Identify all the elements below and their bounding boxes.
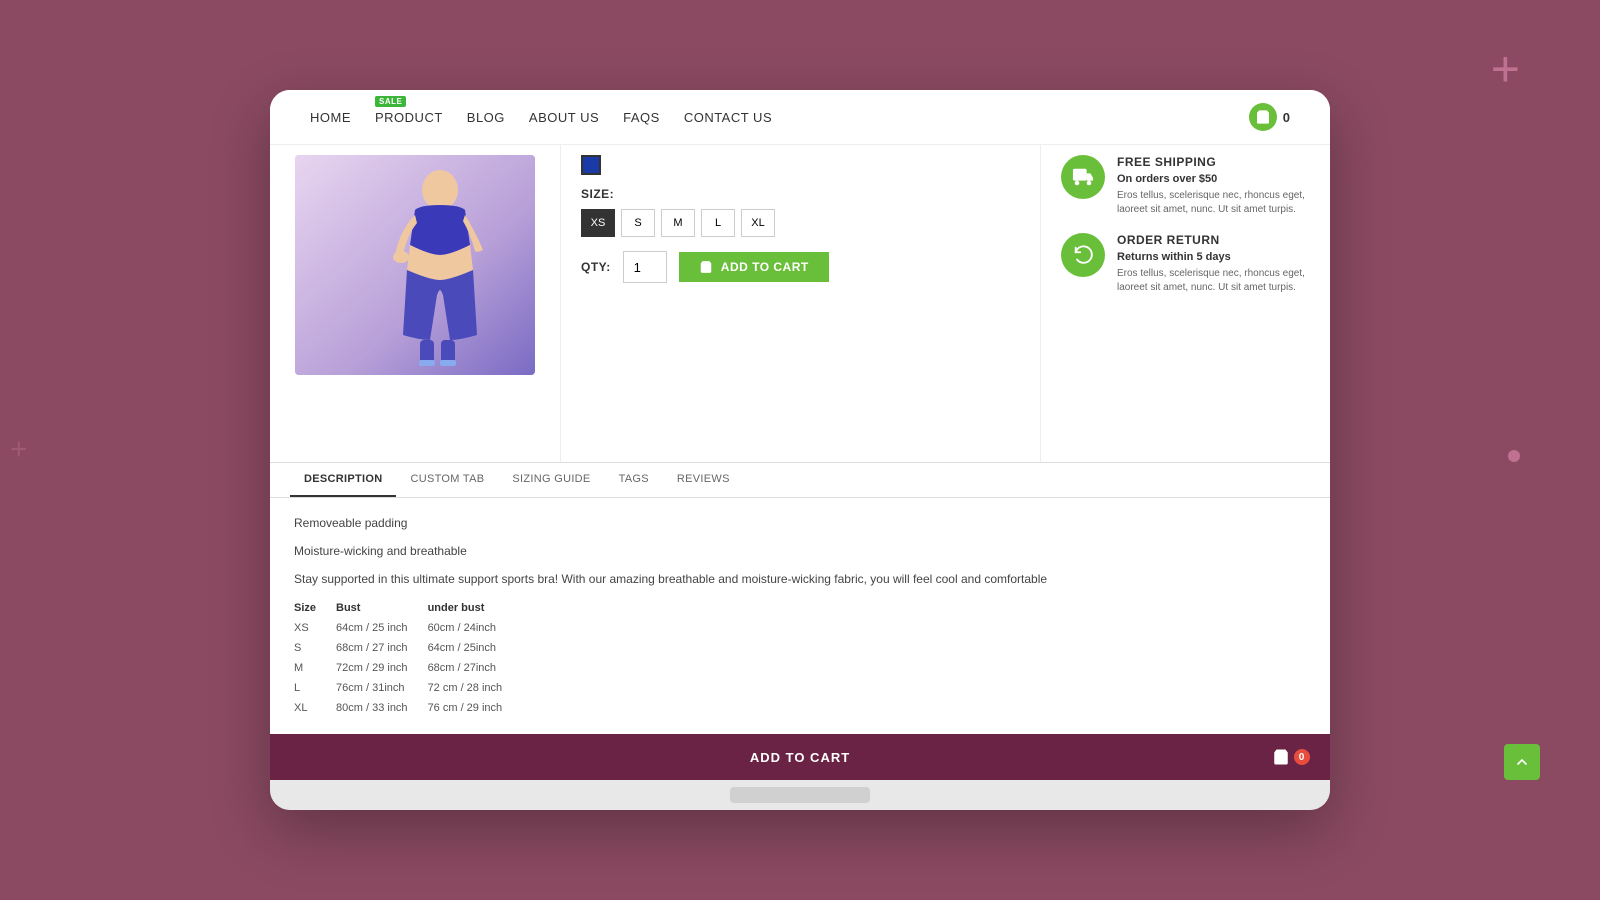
- table-cell-under_bust: 76 cm / 29 inch: [428, 698, 523, 718]
- return-text: ORDER RETURN Returns within 5 days Eros …: [1117, 233, 1310, 295]
- bottom-cart-badge: 0: [1294, 749, 1310, 765]
- shipping-icon-circle: [1061, 155, 1105, 199]
- cart-icon-btn: [699, 260, 713, 274]
- nav-faqs[interactable]: FAQS: [623, 110, 660, 125]
- table-row: M72cm / 29 inch68cm / 27inch: [294, 658, 522, 678]
- nav-product[interactable]: SALE PRODUCT: [375, 110, 443, 125]
- size-btn-m[interactable]: M: [661, 209, 695, 237]
- dot-decoration: [1508, 450, 1520, 462]
- bottom-cart-bar[interactable]: ADD TO CART 0: [270, 734, 1330, 780]
- shipping-title: FREE SHIPPING: [1117, 155, 1310, 169]
- size-options: XS S M L XL: [581, 209, 1020, 237]
- table-cell-size: XL: [294, 698, 336, 718]
- right-info-section: FREE SHIPPING On orders over $50 Eros te…: [1040, 145, 1330, 462]
- size-label: SIZE:: [581, 187, 1020, 201]
- cart-icon: [1249, 103, 1277, 131]
- cart-button[interactable]: 0: [1249, 103, 1290, 131]
- table-cell-bust: 76cm / 31inch: [336, 678, 428, 698]
- bottom-cart-icon: 0: [1272, 748, 1310, 766]
- bottom-cart-label: ADD TO CART: [750, 750, 850, 765]
- table-row: XS64cm / 25 inch60cm / 24inch: [294, 618, 522, 638]
- qty-label: QTY:: [581, 260, 611, 274]
- return-icon-circle: [1061, 233, 1105, 277]
- navbar: HOME SALE PRODUCT BLOG ABOUT US FAQS CON…: [270, 90, 1330, 145]
- size-btn-s[interactable]: S: [621, 209, 655, 237]
- plus-icon-left: +: [10, 433, 28, 467]
- product-image: [295, 155, 535, 375]
- laptop-trackpad: [730, 787, 870, 803]
- table-cell-size: XS: [294, 618, 336, 638]
- return-title: ORDER RETURN: [1117, 233, 1310, 247]
- sale-badge: SALE: [375, 96, 406, 107]
- tab-custom[interactable]: CUSTOM TAB: [396, 463, 498, 497]
- add-to-cart-button[interactable]: ADD TO CART: [679, 252, 829, 282]
- tab-sizing[interactable]: SIZING GUIDE: [498, 463, 604, 497]
- product-image-section: [270, 145, 560, 462]
- laptop-frame: HOME SALE PRODUCT BLOG ABOUT US FAQS CON…: [270, 90, 1330, 810]
- laptop-bottom: [270, 780, 1330, 810]
- table-cell-bust: 80cm / 33 inch: [336, 698, 428, 718]
- table-row: XL80cm / 33 inch76 cm / 29 inch: [294, 698, 522, 718]
- nav-contact[interactable]: CONTACT US: [684, 110, 772, 125]
- size-btn-xl[interactable]: XL: [741, 209, 775, 237]
- description-line-1: Removeable padding: [294, 514, 1306, 532]
- truck-icon: [1072, 166, 1094, 188]
- shipping-info-card: FREE SHIPPING On orders over $50 Eros te…: [1061, 155, 1310, 217]
- nav-links: HOME SALE PRODUCT BLOG ABOUT US FAQS CON…: [310, 110, 772, 125]
- return-subtitle: Returns within 5 days: [1117, 251, 1310, 263]
- plus-icon-top-right: +: [1491, 40, 1520, 98]
- nav-home[interactable]: HOME: [310, 110, 351, 125]
- tab-content-description: Removeable padding Moisture-wicking and …: [270, 498, 1330, 734]
- table-header-size: Size: [294, 598, 336, 618]
- table-row: S68cm / 27 inch64cm / 25inch: [294, 638, 522, 658]
- tab-tags[interactable]: TAGS: [605, 463, 663, 497]
- table-cell-under_bust: 72 cm / 28 inch: [428, 678, 523, 698]
- size-table: Size Bust under bust XS64cm / 25 inch60c…: [294, 598, 522, 718]
- return-info-card: ORDER RETURN Returns within 5 days Eros …: [1061, 233, 1310, 295]
- table-cell-under_bust: 68cm / 27inch: [428, 658, 523, 678]
- product-details-section: SIZE: XS S M L XL QTY: ADD T: [560, 145, 1040, 462]
- table-cell-under_bust: 60cm / 24inch: [428, 618, 523, 638]
- return-icon: [1072, 244, 1094, 266]
- table-cell-bust: 64cm / 25 inch: [336, 618, 428, 638]
- size-btn-l[interactable]: L: [701, 209, 735, 237]
- cart-count: 0: [1283, 110, 1290, 125]
- main-content: SIZE: XS S M L XL QTY: ADD T: [270, 145, 1330, 462]
- color-swatch-blue[interactable]: [581, 155, 601, 175]
- qty-input[interactable]: [623, 251, 667, 283]
- qty-row: QTY: ADD TO CART: [581, 251, 1020, 283]
- table-header-underbust: under bust: [428, 598, 523, 618]
- bottom-cart-svg: [1272, 748, 1290, 766]
- table-cell-under_bust: 64cm / 25inch: [428, 638, 523, 658]
- laptop-screen: HOME SALE PRODUCT BLOG ABOUT US FAQS CON…: [270, 90, 1330, 780]
- tab-reviews[interactable]: REVIEWS: [663, 463, 744, 497]
- nav-blog[interactable]: BLOG: [467, 110, 505, 125]
- scroll-to-top-button[interactable]: [1504, 744, 1540, 780]
- chevron-up-icon: [1514, 754, 1530, 770]
- table-row: L76cm / 31inch72 cm / 28 inch: [294, 678, 522, 698]
- description-line-2: Moisture-wicking and breathable: [294, 542, 1306, 560]
- shipping-subtitle: On orders over $50: [1117, 173, 1310, 185]
- table-cell-bust: 72cm / 29 inch: [336, 658, 428, 678]
- tabs-header: DESCRIPTION CUSTOM TAB SIZING GUIDE TAGS…: [270, 463, 1330, 498]
- table-header-bust: Bust: [336, 598, 428, 618]
- return-body: Eros tellus, scelerisque nec, rhoncus eg…: [1117, 267, 1310, 295]
- table-cell-size: S: [294, 638, 336, 658]
- size-btn-xs[interactable]: XS: [581, 209, 615, 237]
- tabs-section: DESCRIPTION CUSTOM TAB SIZING GUIDE TAGS…: [270, 462, 1330, 734]
- tab-description[interactable]: DESCRIPTION: [290, 463, 396, 497]
- shipping-text: FREE SHIPPING On orders over $50 Eros te…: [1117, 155, 1310, 217]
- shipping-body: Eros tellus, scelerisque nec, rhoncus eg…: [1117, 189, 1310, 217]
- table-cell-size: M: [294, 658, 336, 678]
- description-line-3: Stay supported in this ultimate support …: [294, 570, 1306, 588]
- table-cell-size: L: [294, 678, 336, 698]
- table-cell-bust: 68cm / 27 inch: [336, 638, 428, 658]
- nav-about[interactable]: ABOUT US: [529, 110, 599, 125]
